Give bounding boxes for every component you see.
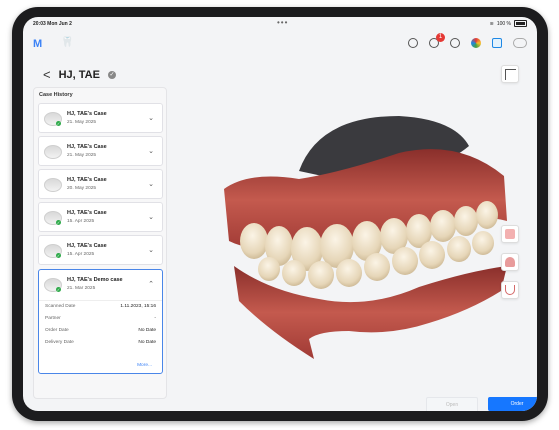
detail-row: Partner - xyxy=(39,313,162,325)
check-icon: ✓ xyxy=(56,220,61,225)
chevron-down-icon[interactable]: ⌄ xyxy=(148,180,154,188)
case-card[interactable]: ✓ HJ, TAE's Case 15. Apr 2025 ⌄ xyxy=(38,235,163,265)
color-wheel-icon[interactable] xyxy=(471,38,481,48)
case-details: Scanned Date 1.11.2023, 15:16 Partner - … xyxy=(39,300,162,349)
status-time: 20:03 Mon Jun 2 xyxy=(33,21,72,27)
battery-icon xyxy=(514,20,527,27)
app-screen: 20:03 Mon Jun 2 ••• ≋ 100 % M 🦷 1 < HJ, … xyxy=(23,17,537,411)
bell-icon[interactable]: 1 xyxy=(429,33,445,48)
detail-value: - xyxy=(154,316,156,321)
upper-jaw-icon[interactable] xyxy=(501,225,519,243)
detail-value: No Date xyxy=(138,328,156,333)
verified-icon: ✓ xyxy=(107,70,116,79)
back-button[interactable]: < xyxy=(43,67,51,82)
chevron-down-icon[interactable]: ⌄ xyxy=(148,147,154,155)
case-title: HJ, TAE's Demo case xyxy=(67,277,123,283)
detail-row: Delivery Date No Date xyxy=(39,337,162,349)
case-title: HJ, TAE's Case xyxy=(67,144,107,150)
layers-icon[interactable] xyxy=(501,65,519,83)
case-date: 21. May 2025 xyxy=(67,120,97,125)
case-date: 20. May 2025 xyxy=(67,186,97,191)
case-title: HJ, TAE's Case xyxy=(67,111,107,117)
detail-label: Order Date xyxy=(45,328,69,333)
tooth-icon[interactable]: 🦷 xyxy=(61,37,73,48)
toggle-icon[interactable] xyxy=(513,38,527,48)
case-card[interactable]: ✓ HJ, TAE's Case 15. Apr 2025 ⌄ xyxy=(38,202,163,232)
chevron-down-icon[interactable]: ⌄ xyxy=(148,213,154,221)
case-date: 15. Apr 2025 xyxy=(67,219,95,224)
open-button[interactable]: Open xyxy=(426,397,478,411)
case-history-panel: Case History ✓ HJ, TAE's Case 21. May 20… xyxy=(33,87,167,399)
scan-viewport[interactable] xyxy=(169,61,537,389)
case-card-expanded[interactable]: ✓ HJ, TAE's Demo case 21. Mar 2025 ⌃ Sca… xyxy=(38,269,163,374)
case-card[interactable]: HJ, TAE's Case 20. May 2025 ⌄ xyxy=(38,169,163,199)
tablet-frame: 20:03 Mon Jun 2 ••• ≋ 100 % M 🦷 1 < HJ, … xyxy=(12,7,548,421)
case-card[interactable]: HJ, TAE's Case 21. May 2025 ⌄ xyxy=(38,136,163,166)
case-history-title: Case History xyxy=(39,92,73,98)
case-card[interactable]: ✓ HJ, TAE's Case 21. May 2025 ⌄ xyxy=(38,103,163,133)
check-icon: ✓ xyxy=(56,287,61,292)
battery-label: 100 % xyxy=(496,20,511,27)
patient-name: HJ, TAE xyxy=(58,68,100,81)
arch-icon[interactable] xyxy=(501,281,519,299)
case-title: HJ, TAE's Case xyxy=(67,243,107,249)
detail-row: Scanned Date 1.11.2023, 15:16 xyxy=(39,301,162,313)
monitor-icon[interactable] xyxy=(492,38,502,48)
order-button[interactable]: Order xyxy=(488,397,537,411)
chevron-down-icon[interactable]: ⌄ xyxy=(148,246,154,254)
check-icon: ✓ xyxy=(56,253,61,258)
dental-scan-model xyxy=(224,116,507,359)
detail-row: Order Date No Date xyxy=(39,325,162,337)
scan-thumbnail xyxy=(44,145,62,159)
case-title: HJ, TAE's Case xyxy=(67,177,107,183)
chevron-down-icon[interactable]: ⌄ xyxy=(148,114,154,122)
patient-header: < HJ, TAE ✓ xyxy=(43,67,116,82)
status-right: ≋ 100 % xyxy=(490,20,527,27)
more-link[interactable]: More... xyxy=(137,363,152,368)
status-bar: 20:03 Mon Jun 2 ••• ≋ 100 % xyxy=(23,17,537,31)
detail-label: Scanned Date xyxy=(45,304,76,309)
m-logo-icon[interactable]: M xyxy=(33,38,45,50)
detail-value: 1.11.2023, 15:16 xyxy=(120,304,156,309)
top-icons: 1 xyxy=(408,33,527,48)
settings-icon[interactable] xyxy=(450,38,460,48)
wifi-icon: ≋ xyxy=(489,20,494,27)
user-circle-icon[interactable] xyxy=(408,38,418,48)
chevron-up-icon[interactable]: ⌃ xyxy=(148,280,154,288)
bottom-action-bar: Open Order xyxy=(23,390,537,411)
check-icon: ✓ xyxy=(56,121,61,126)
lower-jaw-icon[interactable] xyxy=(501,253,519,271)
detail-label: Delivery Date xyxy=(45,340,74,345)
case-date: 15. Apr 2025 xyxy=(67,252,95,257)
notification-badge: 1 xyxy=(436,33,445,42)
case-title: HJ, TAE's Case xyxy=(67,210,107,216)
multitask-dots[interactable]: ••• xyxy=(277,18,288,27)
detail-label: Partner xyxy=(45,316,61,321)
case-date: 21. May 2025 xyxy=(67,153,97,158)
scan-thumbnail xyxy=(44,178,62,192)
detail-value: No Date xyxy=(138,340,156,345)
case-date: 21. Mar 2025 xyxy=(67,286,96,291)
top-bar: M 🦷 1 xyxy=(23,31,537,61)
